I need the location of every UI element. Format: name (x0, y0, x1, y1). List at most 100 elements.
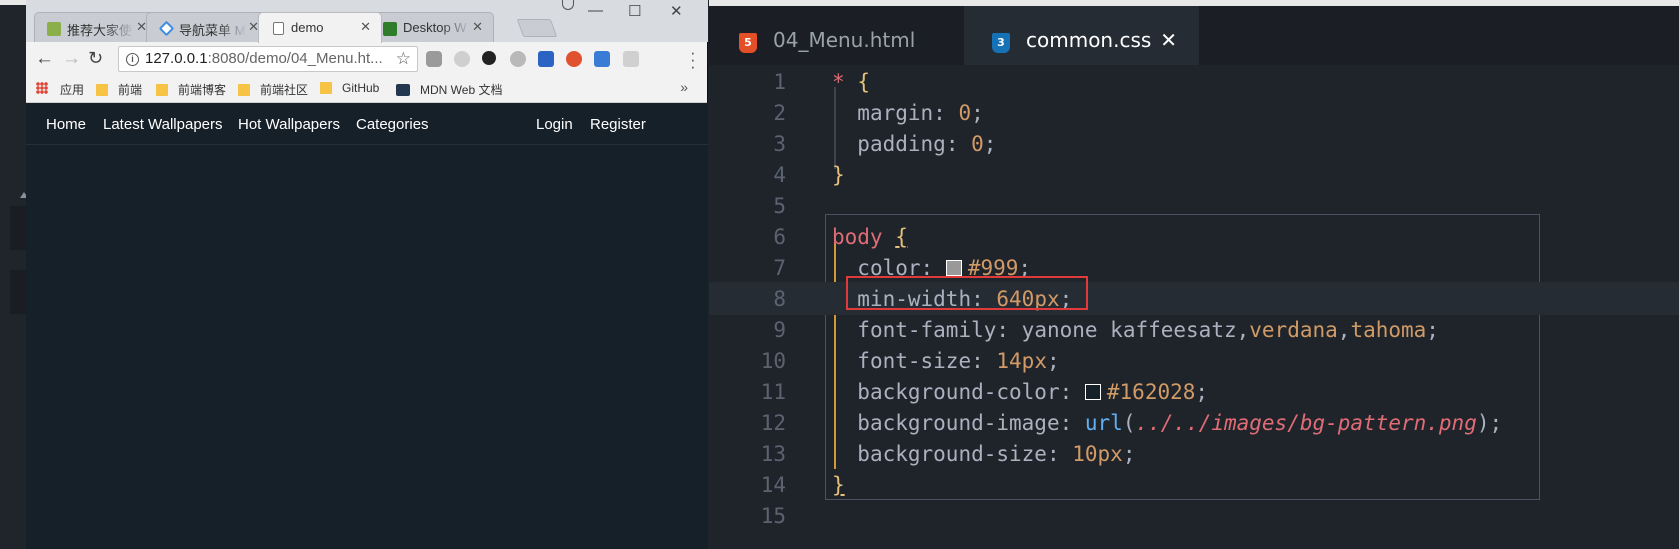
editor-tab-html[interactable]: 5 04_Menu.html (739, 6, 964, 65)
site-navbar: Home Latest Wallpapers Hot Wallpapers Ca… (26, 103, 708, 145)
bookmark-link[interactable]: MDN Web 文档 (396, 81, 502, 98)
line-number: 14 (760, 473, 786, 497)
nav-login[interactable]: Login (536, 116, 573, 133)
browser-window: 推荐大家使 ✕ 导航菜单 M ✕ demo ✕ demo ✕ (26, 0, 708, 549)
folder-icon (96, 84, 108, 96)
line-number: 6 (773, 225, 786, 249)
bookmarks-bar: 应用 前端 前端博客 前端社区 GitHub MDN Web 文档 » (26, 76, 708, 102)
brace: { (895, 225, 908, 249)
code-line: 15 (709, 499, 1679, 532)
new-tab-button[interactable] (516, 19, 558, 37)
apps-grid-icon[interactable] (36, 82, 48, 94)
tab-fade (441, 13, 471, 42)
extension-icon[interactable] (482, 51, 496, 65)
line-number: 8 (773, 287, 786, 311)
brace: } (832, 473, 845, 497)
css-value: 0 (958, 101, 972, 125)
line-number: 1 (773, 70, 786, 94)
nav-hot-wallpapers[interactable]: Hot Wallpapers (238, 116, 340, 133)
close-tab-icon[interactable]: ✕ (360, 19, 371, 35)
css-property: font-family (857, 318, 997, 342)
color-swatch-icon[interactable] (945, 260, 962, 276)
bookmark-folder[interactable]: 前端社区 (238, 81, 308, 98)
line-number: 9 (773, 318, 786, 342)
browser-tab[interactable]: Desktop W ✕ (370, 12, 494, 42)
css-value: yanone kaffeesatz (1021, 318, 1237, 342)
maximize-icon[interactable]: ☐ (628, 2, 641, 20)
extension-icon[interactable] (566, 51, 582, 67)
bookmark-label: 前端 (118, 83, 143, 97)
extension-icon[interactable] (623, 51, 639, 67)
bookmark-apps[interactable]: 应用 (60, 81, 84, 98)
browser-tab-active[interactable]: demo ✕ (258, 12, 382, 43)
code-line: 5 (709, 189, 1679, 222)
minimize-icon[interactable]: — (588, 2, 603, 19)
browser-toolbar: ← → ↻ i 127.0.0.1:8080/demo/04_Menu.ht..… (26, 42, 708, 76)
bookmark-folder[interactable]: 前端博客 (156, 81, 226, 98)
editor-tab-css-active[interactable]: 3 common.css ✕ (964, 6, 1199, 65)
code-line: 14 } (709, 468, 1679, 501)
profile-icon[interactable] (562, 0, 574, 10)
url-host: 127.0.0.1 (145, 50, 208, 67)
page-viewport: Home Latest Wallpapers Hot Wallpapers Ca… (26, 103, 708, 549)
editor-tab-label: common.css (1026, 28, 1152, 52)
css-value: 0 (971, 132, 984, 156)
code-line: 10 font-size: 14px; (709, 344, 1679, 377)
css-property: background-image (857, 411, 1060, 435)
code-line: 3 padding: 0; (709, 127, 1679, 160)
site-favicon-icon (383, 22, 397, 36)
extension-icon[interactable] (454, 51, 470, 67)
nav-register[interactable]: Register (590, 116, 646, 133)
forward-arrow-icon[interactable]: → (62, 48, 81, 70)
more-bookmarks-icon[interactable]: » (680, 79, 688, 95)
code-area[interactable]: 1 * { 2 margin: 0; 3 padding: 0; 4 } 5 6… (709, 65, 1679, 549)
browser-tab[interactable]: 推荐大家使 ✕ (34, 12, 158, 42)
translate-extension-icon[interactable] (594, 51, 610, 67)
line-number: 10 (760, 349, 786, 373)
brace: { (857, 70, 870, 94)
folder-icon (156, 84, 168, 96)
css-property: background-size (857, 442, 1047, 466)
bookmark-folder[interactable]: 前端 (96, 81, 142, 98)
mdn-icon (396, 84, 410, 96)
url-path: :8080/demo/04_Menu.ht... (207, 50, 383, 67)
line-number: 11 (760, 380, 786, 404)
color-swatch-icon[interactable] (1084, 384, 1101, 400)
background-window-edge (0, 0, 28, 549)
back-arrow-icon[interactable]: ← (35, 48, 54, 70)
browser-menu-icon[interactable]: · · · (690, 44, 696, 75)
css-value: verdana (1249, 318, 1338, 342)
browser-chrome: 推荐大家使 ✕ 导航菜单 M ✕ demo ✕ demo ✕ (26, 0, 708, 103)
nav-home[interactable]: Home (46, 116, 86, 133)
editor-tab-label: 04_Menu.html (773, 28, 916, 52)
browser-tab[interactable]: 导航菜单 M ✕ (146, 12, 270, 42)
code-line: 1 * { (709, 65, 1679, 98)
close-tab-icon[interactable]: ✕ (1160, 28, 1177, 52)
page-favicon-icon (273, 22, 284, 35)
line-number: 2 (773, 101, 786, 125)
bookmark-star-icon[interactable]: ☆ (396, 49, 411, 69)
address-bar[interactable]: i 127.0.0.1:8080/demo/04_Menu.ht... ☆ (118, 46, 418, 72)
code-line: 13 background-size: 10px; (709, 437, 1679, 470)
bookmark-folder[interactable]: GitHub (320, 81, 379, 95)
extension-icon[interactable] (538, 51, 554, 67)
background-window-titlebar (0, 0, 26, 5)
camera-extension-icon[interactable] (426, 51, 442, 67)
css-value: 14px (996, 349, 1047, 373)
close-tab-icon[interactable]: ✕ (472, 19, 483, 35)
tab-title: demo (291, 20, 324, 35)
code-line: 4 } (709, 158, 1679, 191)
close-window-icon[interactable]: ✕ (670, 2, 683, 20)
nav-categories[interactable]: Categories (356, 116, 429, 133)
line-number: 7 (773, 256, 786, 280)
line-number: 12 (760, 411, 786, 435)
zoom-extension-icon[interactable] (510, 51, 526, 67)
css-selector: * (832, 70, 845, 94)
code-line: 11 background-color: #162028; (709, 375, 1679, 408)
line-number: 5 (773, 194, 786, 218)
css3-icon: 3 (992, 33, 1010, 53)
site-info-icon[interactable]: i (126, 53, 139, 66)
reload-icon[interactable]: ↻ (88, 48, 103, 69)
html5-icon: 5 (739, 33, 757, 53)
nav-latest-wallpapers[interactable]: Latest Wallpapers (103, 116, 223, 133)
